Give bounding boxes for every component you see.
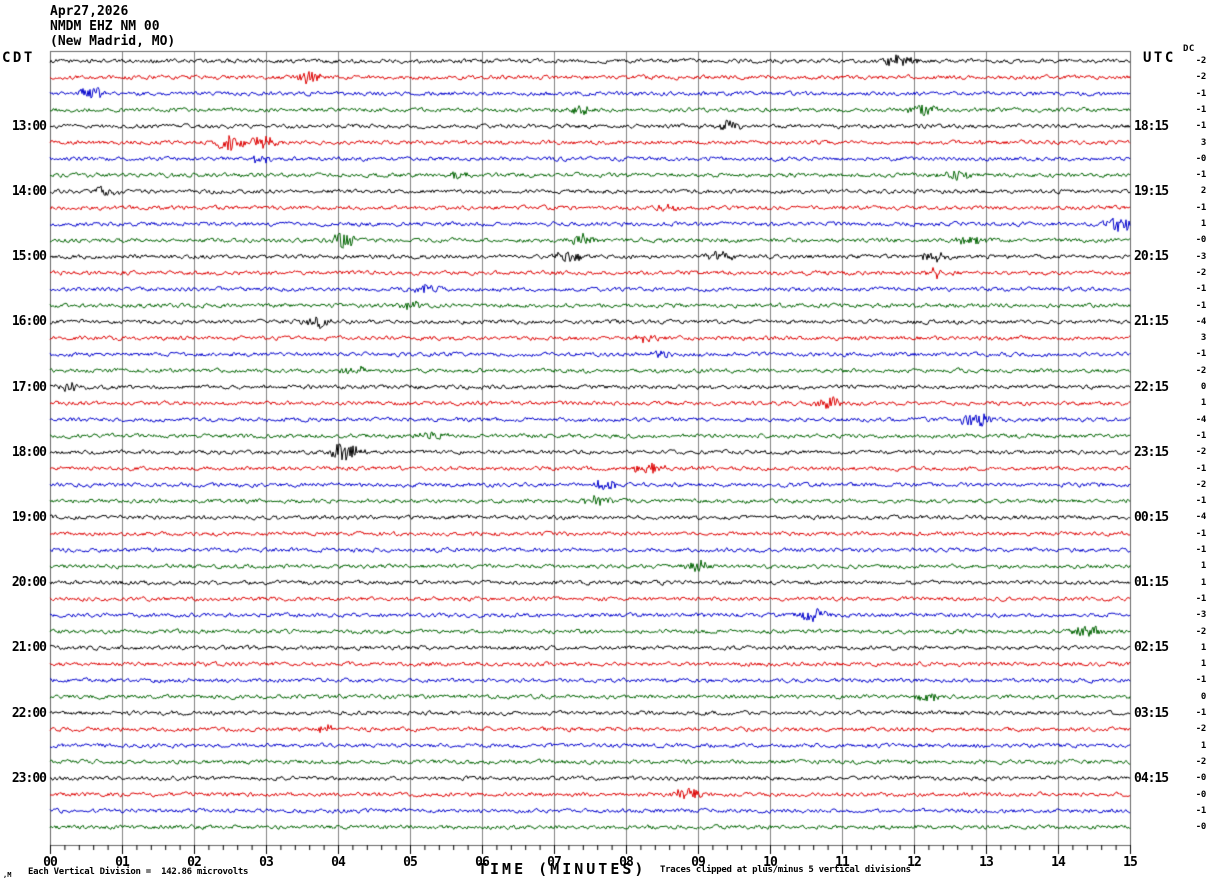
dc-value: -4 (1195, 512, 1207, 523)
dc-value: 1 (1200, 659, 1206, 670)
dc-value: -1 (1195, 284, 1207, 295)
dc-value: -0 (1195, 153, 1207, 164)
dc-value: -2 (1195, 447, 1207, 458)
dc-value: 1 (1200, 398, 1206, 409)
dc-value: -1 (1195, 202, 1207, 213)
right-time-label: 20:15 (1134, 249, 1169, 265)
x-tick-label: 14 (1051, 855, 1066, 870)
dc-value: -2 (1195, 479, 1207, 490)
dc-value: 1 (1200, 740, 1206, 751)
scale-note: Each Vertical Division = 142.86 microvol… (28, 867, 249, 877)
header-date: Apr27,2026 (50, 4, 129, 19)
dc-value: -1 (1195, 104, 1207, 115)
x-tick-label: 03 (259, 855, 274, 870)
left-time-label: 18:00 (11, 444, 47, 460)
dc-value: -2 (1195, 626, 1207, 637)
dc-value: -4 (1195, 316, 1207, 327)
x-axis-title: TIME (MINUTES) (478, 860, 647, 878)
dc-value: -1 (1195, 430, 1207, 441)
dc-value: -1 (1195, 805, 1207, 816)
dc-value: -2 (1195, 56, 1207, 66)
dc-value: -1 (1195, 463, 1207, 474)
dc-value: -0 (1195, 235, 1207, 246)
dc-value: 3 (1200, 137, 1206, 148)
dc-value: -0 (1195, 822, 1207, 833)
left-time-label: 14:00 (11, 183, 47, 199)
dc-value: 3 (1200, 333, 1206, 344)
left-time-label: 16:00 (11, 314, 47, 330)
dc-value: 0 (1200, 382, 1206, 392)
dc-value: -2 (1195, 72, 1207, 83)
dc-value: -2 (1195, 724, 1207, 735)
right-time-label: 22:15 (1134, 379, 1169, 395)
left-time-label: 23:00 (11, 770, 47, 786)
dc-value: 1 (1200, 642, 1206, 653)
right-time-label: 04:15 (1134, 770, 1169, 786)
x-tick-label: 13 (979, 855, 994, 870)
dc-value: -0 (1195, 789, 1207, 800)
right-time-label: 23:15 (1134, 444, 1169, 460)
dc-value: -3 (1195, 610, 1207, 621)
left-timezone-label: CDT (2, 50, 35, 66)
left-time-label: 21:00 (11, 640, 47, 656)
header-station: NMDM EHZ NM 00 (50, 19, 160, 34)
dc-value: -2 (1195, 756, 1207, 767)
right-timezone-label: UTC (1143, 50, 1176, 66)
dc-value: -3 (1195, 251, 1207, 262)
dc-value: -1 (1195, 88, 1207, 99)
right-time-label: 18:15 (1134, 118, 1169, 134)
dc-value: -1 (1195, 170, 1207, 181)
dc-value: 1 (1200, 577, 1206, 588)
left-time-label: 13:00 (11, 118, 47, 134)
dc-value: -1 (1195, 528, 1207, 539)
helicorder-page: Apr27,2026 NMDM EHZ NM 00 (New Madrid, M… (0, 0, 1210, 886)
dc-value: -1 (1195, 121, 1207, 132)
dc-value: -1 (1195, 545, 1207, 555)
dc-value: -1 (1195, 300, 1207, 311)
dc-value: 1 (1200, 561, 1206, 572)
dc-value: -1 (1195, 496, 1207, 507)
left-time-label: 22:00 (11, 705, 47, 721)
x-tick-label: 04 (331, 855, 346, 870)
dc-offset-header: DC (1183, 44, 1195, 54)
right-time-label: 19:15 (1134, 183, 1169, 199)
dc-value: 1 (1200, 219, 1206, 229)
right-time-label: 01:15 (1134, 575, 1169, 591)
clip-note: Traces clipped at plus/minus 5 vertical … (660, 865, 911, 875)
x-tick-label: 05 (403, 855, 418, 870)
left-time-label: 15:00 (11, 249, 47, 265)
dc-value: -1 (1195, 349, 1207, 360)
right-time-label: 00:15 (1134, 509, 1169, 525)
dc-value: -2 (1195, 365, 1207, 376)
dc-value: -1 (1195, 708, 1207, 718)
right-time-label: 02:15 (1134, 640, 1169, 656)
dc-value: -2 (1195, 267, 1207, 278)
dc-value: 2 (1200, 186, 1206, 197)
header-location: (New Madrid, MO) (50, 34, 176, 49)
left-time-label: 20:00 (11, 575, 47, 591)
dc-value: -0 (1195, 773, 1207, 784)
dc-value: -4 (1195, 414, 1207, 425)
seismogram-plot (0, 0, 1210, 886)
corner-watermark: ‚M (3, 871, 12, 879)
left-time-label: 19:00 (11, 509, 47, 525)
dc-value: 0 (1200, 691, 1206, 702)
right-time-label: 03:15 (1134, 705, 1169, 721)
right-time-label: 21:15 (1134, 314, 1169, 330)
x-tick-label: 15 (1123, 855, 1138, 870)
dc-value: -1 (1195, 675, 1207, 686)
dc-value: -1 (1195, 593, 1207, 604)
left-time-label: 17:00 (11, 379, 47, 395)
